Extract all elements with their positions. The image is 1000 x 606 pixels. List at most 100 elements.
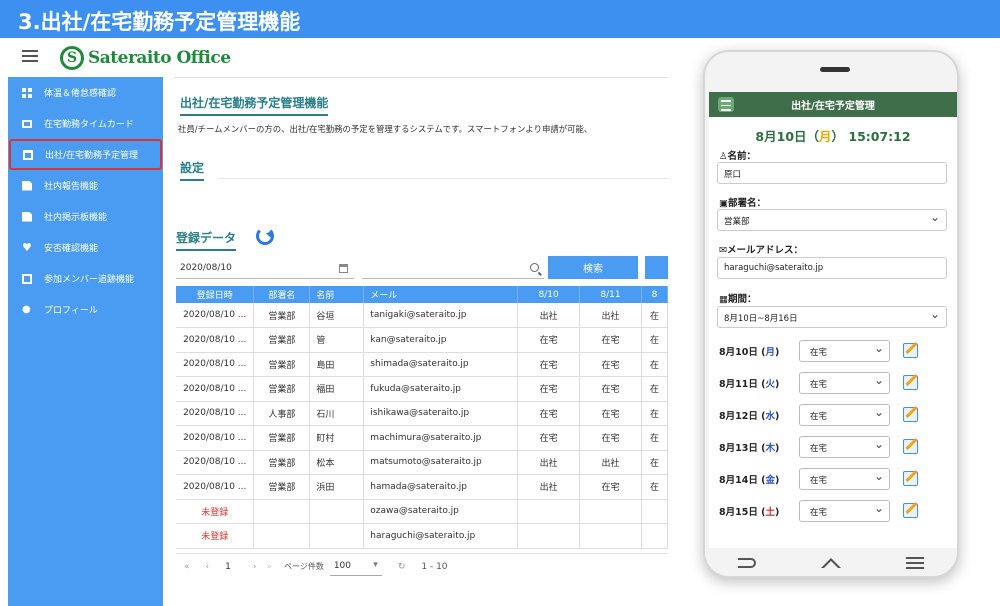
search-icon[interactable] xyxy=(530,263,539,272)
cell-day: 在宅 xyxy=(579,327,642,353)
table-row[interactable]: 2020/08/10 ... 営業部 町村 machimura@sateraito.j… xyxy=(176,425,668,451)
cell-email: tanigaki@sateraito.jp xyxy=(363,303,519,328)
refresh-icon[interactable] xyxy=(256,227,274,245)
current-datetime: 8月10日（月） 15:07:12 xyxy=(709,126,957,145)
search-input[interactable] xyxy=(362,259,544,279)
sidebar-item-bulletin[interactable]: 社内掲示板機能 xyxy=(8,201,163,232)
cell-day: 在 xyxy=(641,327,668,353)
refresh-icon[interactable]: ↻ xyxy=(398,562,406,572)
main-content: 出社/在宅勤務予定管理機能 社員/チームメンバーの方の、出社/在宅勤務の予定を管… xyxy=(174,77,668,606)
table-row[interactable]: 2020/08/10 ... 営業部 谷垣 tanigaki@sateraito.jp… xyxy=(176,303,668,328)
edit-icon[interactable] xyxy=(903,375,918,390)
day-row: 8月11日 (火) 在宅 xyxy=(719,372,949,394)
document-icon xyxy=(22,211,32,222)
cell-email: fukuda@sateraito.jp xyxy=(363,376,519,402)
table-row[interactable]: 2020/08/10 ... 営業部 松本 matsumoto@sateraito.j… xyxy=(176,450,668,475)
phone-nav-bar xyxy=(705,548,957,576)
menu-icon[interactable] xyxy=(906,554,925,572)
table-row[interactable]: 2020/08/10 ... 人事部 石川 ishikawa@sateraito.jp… xyxy=(176,401,668,426)
cell-email: shimada@sateraito.jp xyxy=(363,352,519,377)
email-field[interactable]: haraguchi@sateraito.jp xyxy=(717,257,947,279)
cell-unregistered: 未登録 xyxy=(176,499,255,524)
table-row[interactable]: 2020/08/10 ... 営業部 浜田 hamada@sateraito.jp 出社… xyxy=(176,474,668,500)
cell-day: 在 xyxy=(641,376,668,402)
last-page-icon[interactable]: » xyxy=(266,562,272,572)
sidebar-item-attendance-schedule[interactable]: 出社/在宅勤務予定管理 xyxy=(9,139,162,170)
cell-dept: 営業部 xyxy=(253,327,311,353)
cell-day: 出社 xyxy=(517,303,581,328)
table-row[interactable]: 未登録 ozawa@sateraito.jp xyxy=(176,499,668,524)
sidebar-item-timecard[interactable]: 在宅勤務タイムカード xyxy=(8,108,163,139)
day-row: 8月15日 (土) 在宅 xyxy=(719,500,949,522)
table-row[interactable]: 2020/08/10 ... 営業部 福田 fukuda@sateraito.jp 在宅… xyxy=(176,376,668,402)
person-icon: ♙ xyxy=(719,151,728,162)
date-field[interactable]: 2020/08/10 xyxy=(176,259,354,279)
cell-datetime: 2020/08/10 ... xyxy=(176,450,255,475)
search-button[interactable]: 検索 xyxy=(548,256,638,279)
edit-icon[interactable] xyxy=(903,343,918,358)
table-row[interactable]: 2020/08/10 ... 営業部 島田 shimada@sateraito.jp 在… xyxy=(176,352,668,377)
cell-day xyxy=(579,499,642,524)
column-header[interactable]: 8/11 xyxy=(579,286,642,303)
day-status-select[interactable]: 在宅 xyxy=(799,372,890,394)
column-header[interactable]: 部署名 xyxy=(253,286,311,303)
column-header[interactable]: 8 xyxy=(641,286,668,303)
sateraito-logo-icon: S xyxy=(60,46,84,70)
day-label: 8月12日 (水) xyxy=(719,411,780,422)
sidebar-item-health-check[interactable]: 体温＆倦怠感確認 xyxy=(8,77,163,108)
day-status-select[interactable]: 在宅 xyxy=(799,468,890,490)
table-row[interactable]: 未登録 haraguchi@sateraito.jp xyxy=(176,523,668,549)
cell-day: 在 xyxy=(641,450,668,475)
page-size-select[interactable]: 100 xyxy=(329,558,382,576)
cell-dept: 営業部 xyxy=(253,474,311,500)
period-select[interactable]: 8月10日~8月16日 xyxy=(717,306,947,328)
edit-icon[interactable] xyxy=(903,503,918,518)
edit-icon[interactable] xyxy=(903,439,918,454)
menu-icon[interactable] xyxy=(718,97,734,112)
back-icon[interactable] xyxy=(737,558,756,568)
cell-dept: 営業部 xyxy=(253,352,311,377)
column-header[interactable]: 8/10 xyxy=(517,286,581,303)
cell-day: 在 xyxy=(641,401,668,426)
day-status-select[interactable]: 在宅 xyxy=(799,436,890,458)
table-row[interactable]: 2020/08/10 ... 営業部管 kan@sateraito.jp 在宅 在宅在 xyxy=(176,327,668,353)
cell-dept: 営業部 xyxy=(253,303,311,328)
sidebar-item-tracking[interactable]: 参加メンバー追跡機能 xyxy=(8,263,163,294)
current-page: 1 xyxy=(225,561,231,572)
cell-day: 在宅 xyxy=(579,352,642,377)
hamburger-menu-icon[interactable] xyxy=(22,50,38,64)
column-header[interactable]: 名前 xyxy=(309,286,365,303)
next-page-icon[interactable]: › xyxy=(253,562,257,572)
secondary-button[interactable] xyxy=(645,256,668,279)
cell-day: 在 xyxy=(641,352,668,377)
column-header[interactable]: 登録日時 xyxy=(176,286,255,303)
document-icon xyxy=(22,180,32,191)
sidebar-item-label: 出社/在宅勤務予定管理 xyxy=(45,151,139,161)
cell-day: 在宅 xyxy=(579,401,642,426)
phone-screen: 出社/在宅予定管理 8月10日（月） 15:07:12 ♙名前： 原口 ▣部署名… xyxy=(709,92,957,548)
day-status-select[interactable]: 在宅 xyxy=(799,404,890,426)
name-field[interactable]: 原口 xyxy=(717,162,947,184)
cell-email: hamada@sateraito.jp xyxy=(363,474,519,500)
dept-select[interactable]: 営業部 xyxy=(717,209,947,231)
cell-name xyxy=(309,523,365,549)
cell-name: 町村 xyxy=(309,425,365,451)
day-status-select[interactable]: 在宅 xyxy=(799,500,890,522)
day-status-select[interactable]: 在宅 xyxy=(799,340,890,362)
home-icon[interactable] xyxy=(820,558,841,568)
table-header-row: 登録日時 部署名 名前 メール 8/10 8/11 8 xyxy=(176,286,668,303)
sidebar-item-report[interactable]: 社内報告機能 xyxy=(8,170,163,201)
edit-icon[interactable] xyxy=(903,471,918,486)
cell-day: 出社 xyxy=(579,303,642,328)
cell-name: 松本 xyxy=(309,450,365,475)
calendar-icon[interactable] xyxy=(339,264,348,273)
cell-datetime: 2020/08/10 ... xyxy=(176,376,255,402)
page-description: 社員/チームメンバーの方の、出社/在宅勤務の予定を管理するシステムです。スマート… xyxy=(178,124,593,134)
sidebar-item-safety[interactable]: ♥ 安否確認機能 xyxy=(8,232,163,263)
edit-icon[interactable] xyxy=(903,407,918,422)
cell-day: 出社 xyxy=(579,450,642,475)
sidebar-item-profile[interactable]: ● プロフィール xyxy=(8,294,163,325)
column-header[interactable]: メール xyxy=(363,286,519,303)
first-page-icon[interactable]: « xyxy=(184,562,190,572)
prev-page-icon[interactable]: ‹ xyxy=(206,562,210,572)
